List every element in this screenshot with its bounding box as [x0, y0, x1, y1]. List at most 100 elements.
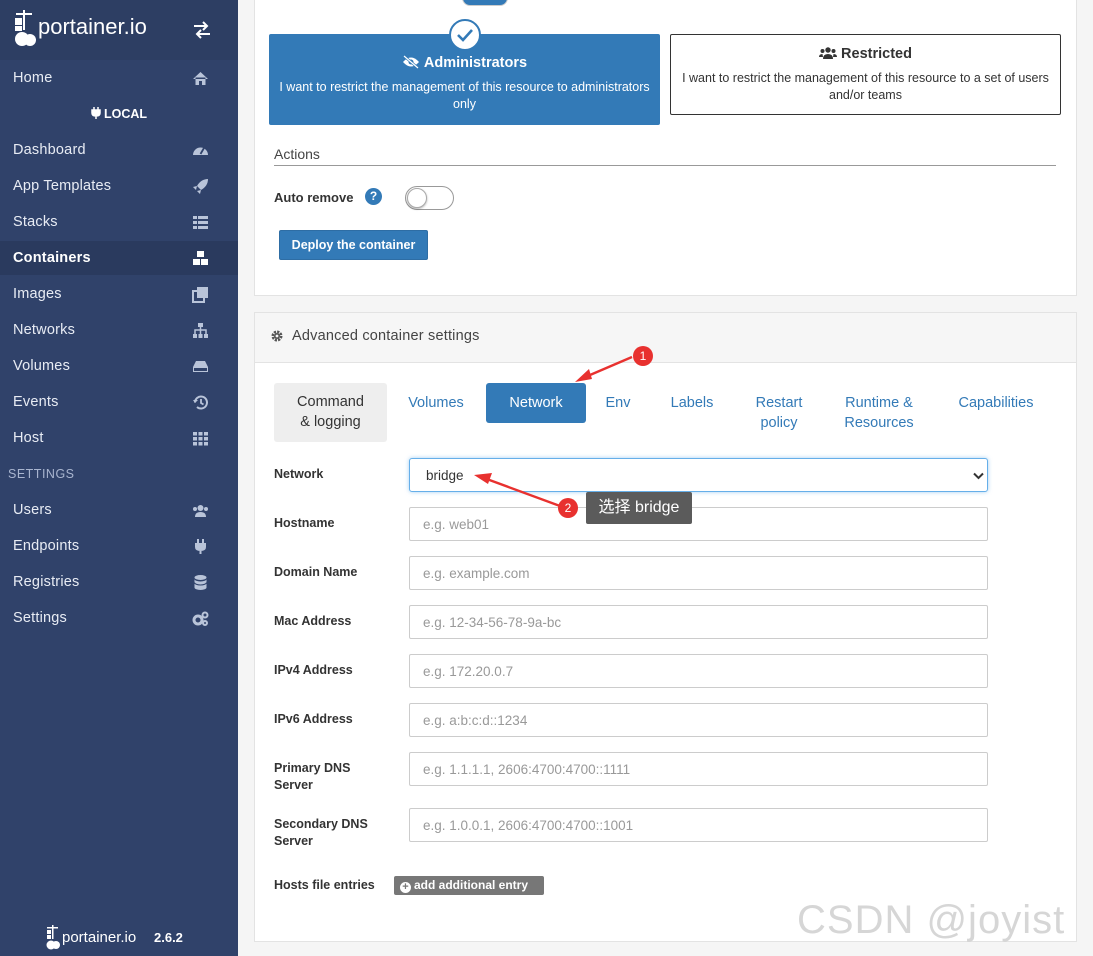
access-option-description: I want to restrict the management of thi… — [682, 71, 1049, 102]
sidebar-item-label: Users — [13, 502, 52, 518]
sidebar-item-dashboard[interactable]: Dashboard — [0, 133, 238, 167]
tab-env[interactable]: Env — [598, 393, 638, 413]
portainer-logo-icon — [46, 925, 60, 950]
access-option-title: Restricted — [671, 46, 1060, 62]
sidebar-item-settings[interactable]: Settings — [0, 601, 238, 635]
access-option-title-text: Administrators — [423, 55, 528, 71]
auto-remove-toggle[interactable] — [405, 186, 454, 210]
sidebar-item-label: Settings — [13, 610, 67, 626]
sidebar-item-host[interactable]: Host — [0, 421, 238, 455]
annotation-step-1-badge: 1 — [633, 346, 653, 366]
deploy-container-button[interactable]: Deploy the container — [279, 230, 428, 260]
add-additional-entry-button[interactable]: + add additional entry — [394, 876, 544, 895]
ipv4-address-label: IPv4 Address — [274, 663, 353, 677]
ipv4-address-input[interactable] — [409, 654, 988, 688]
endpoint-header: LOCAL — [0, 107, 238, 121]
sitemap-icon — [193, 323, 208, 338]
tab-label: Runtime & Resources — [844, 395, 914, 431]
selected-check-icon — [449, 19, 481, 51]
network-select[interactable]: bridge — [409, 458, 988, 492]
tab-volumes[interactable]: Volumes — [396, 393, 476, 413]
sidebar-item-label: Host — [13, 430, 44, 446]
access-option-title: Administrators — [269, 55, 660, 71]
eye-slash-icon — [402, 55, 419, 69]
sidebar-item-home[interactable]: Home — [0, 61, 238, 95]
primary-dns-input[interactable] — [409, 752, 988, 786]
tab-runtime-resources[interactable]: Runtime & Resources — [835, 393, 923, 433]
users-icon — [193, 505, 208, 517]
watermark: CSDN @joyist — [797, 898, 1066, 942]
hostname-input[interactable] — [409, 507, 988, 541]
brand-name[interactable]: portainer.io — [38, 14, 147, 40]
domain-name-input[interactable] — [409, 556, 988, 590]
gear-icon — [271, 330, 283, 342]
advanced-settings-title: Advanced container settings — [292, 328, 480, 344]
sidebar-item-events[interactable]: Events — [0, 385, 238, 419]
access-option-restricted[interactable]: Restricted I want to restrict the manage… — [670, 34, 1061, 115]
version-label: 2.6.2 — [154, 930, 183, 945]
users-icon — [819, 47, 838, 59]
toggle-knob — [407, 188, 427, 208]
actions-divider — [274, 165, 1056, 166]
cogs-icon — [192, 611, 209, 626]
access-option-description: I want to restrict the management of thi… — [279, 80, 650, 111]
sidebar-item-label: Events — [13, 394, 59, 410]
ipv6-address-label: IPv6 Address — [274, 712, 353, 726]
database-icon — [194, 575, 207, 590]
tab-label: Restart policy — [755, 395, 803, 431]
home-icon — [193, 72, 208, 85]
mac-address-input[interactable] — [409, 605, 988, 639]
sidebar-item-volumes[interactable]: Volumes — [0, 349, 238, 383]
ipv6-address-input[interactable] — [409, 703, 988, 737]
primary-dns-label: Primary DNS Server — [274, 761, 351, 792]
network-select-value: bridge — [426, 468, 464, 483]
hostname-label: Hostname — [274, 516, 335, 530]
sidebar-item-label: Home — [13, 70, 53, 86]
tab-labels[interactable]: Labels — [662, 393, 722, 413]
sidebar-item-endpoints[interactable]: Endpoints — [0, 529, 238, 563]
secondary-dns-input[interactable] — [409, 808, 988, 842]
sidebar-item-label: Networks — [13, 322, 76, 338]
question-circle-icon[interactable]: ? — [365, 188, 382, 205]
sidebar-item-label: Stacks — [13, 214, 58, 230]
plug-icon — [195, 539, 206, 554]
auto-remove-label: Auto remove — [274, 190, 354, 205]
tab-network[interactable]: Network — [486, 383, 586, 423]
portainer-logo-icon[interactable] — [12, 8, 38, 48]
endpoint-name: LOCAL — [103, 107, 148, 121]
sidebar-toggle-icon[interactable] — [192, 20, 212, 40]
sidebar-item-stacks[interactable]: Stacks — [0, 205, 238, 239]
brand-header: portainer.io — [0, 0, 238, 60]
sidebar-item-label: Containers — [13, 250, 91, 266]
list-icon — [193, 216, 208, 229]
chevron-down-icon — [973, 472, 984, 480]
plus-circle-icon: + — [400, 882, 411, 893]
cubes-icon — [193, 251, 208, 265]
history-icon — [193, 395, 208, 410]
settings-header: SETTINGS — [8, 467, 75, 481]
sidebar-item-registries[interactable]: Registries — [0, 565, 238, 599]
tab-restart-policy[interactable]: Restart policy — [743, 393, 815, 433]
th-icon — [193, 432, 208, 446]
add-entry-label: add additional entry — [414, 878, 529, 892]
tab-capabilities[interactable]: Capabilities — [948, 393, 1044, 413]
sidebar-item-label: Volumes — [13, 358, 71, 374]
tab-command-logging[interactable]: Command & logging — [274, 383, 387, 442]
network-label: Network — [274, 467, 324, 481]
sidebar-item-networks[interactable]: Networks — [0, 313, 238, 347]
sidebar-item-users[interactable]: Users — [0, 493, 238, 527]
sidebar-item-app-templates[interactable]: App Templates — [0, 169, 238, 203]
sidebar-item-images[interactable]: Images — [0, 277, 238, 311]
sidebar-item-label: Images — [13, 286, 62, 302]
mac-address-label: Mac Address — [274, 614, 352, 628]
tab-label: Command & logging — [297, 394, 364, 430]
annotation-tooltip: 选择 bridge — [586, 492, 692, 524]
domain-name-label: Domain Name — [274, 565, 358, 579]
annotation-step-2-badge: 2 — [558, 498, 578, 518]
hosts-file-entries-label: Hosts file entries — [274, 878, 375, 892]
sidebar: portainer.io Home LOCAL Dashboard App Te… — [0, 0, 238, 956]
partial-toggle-switch[interactable] — [462, 0, 508, 6]
sidebar-item-label: App Templates — [13, 178, 112, 194]
rocket-icon — [193, 179, 208, 194]
sidebar-item-containers[interactable]: Containers — [0, 241, 238, 275]
